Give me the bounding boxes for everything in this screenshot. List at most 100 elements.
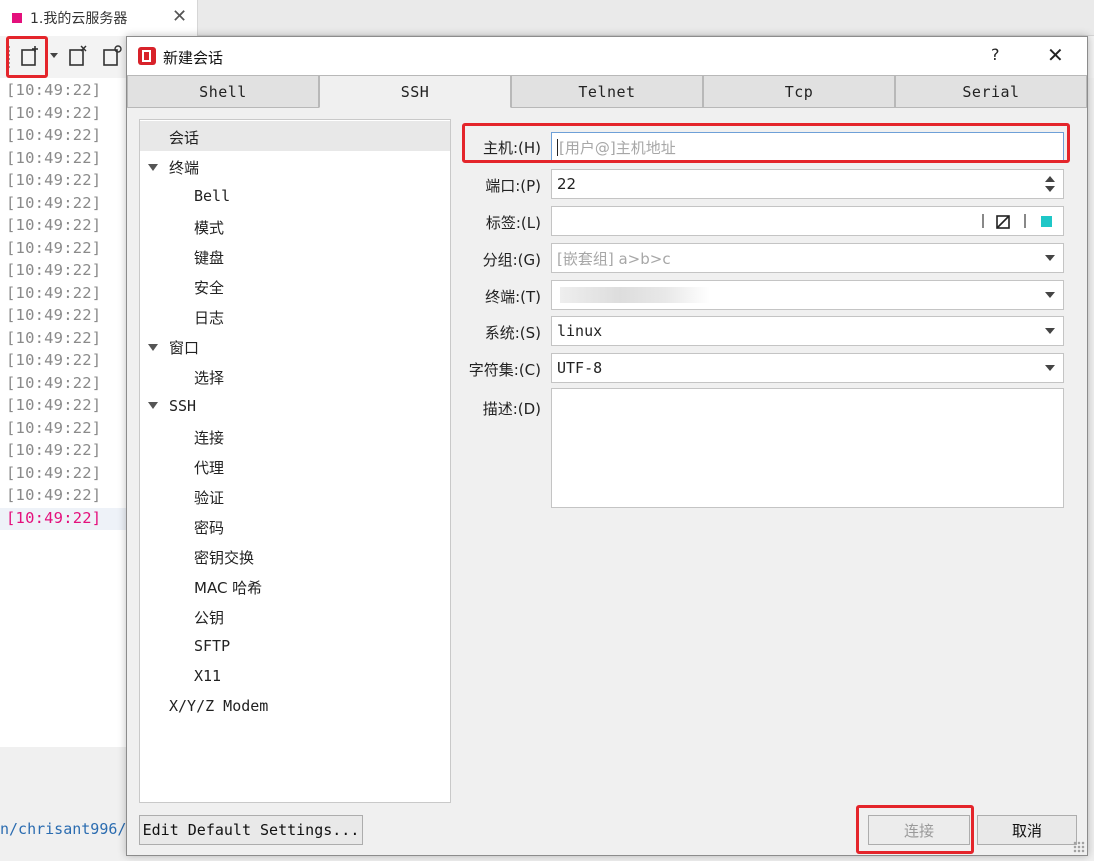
help-button[interactable]: ?: [991, 45, 1000, 64]
tree-item-label: 日志: [194, 309, 225, 327]
tree-item-label: 键盘: [194, 249, 225, 267]
tree-item-label: 密钥交换: [194, 549, 255, 567]
group-select[interactable]: [嵌套组] a>b>c: [551, 243, 1064, 273]
description-textarea[interactable]: [551, 388, 1064, 508]
close-tab-icon[interactable]: ✕: [172, 6, 187, 27]
system-label: 系统:(S): [484, 324, 541, 342]
terminal-select[interactable]: [551, 280, 1064, 310]
terminal-line: [10:49:22]: [6, 238, 102, 257]
tag-color-icon[interactable]: [1041, 216, 1052, 227]
protocol-tabs: Shell SSH Telnet Tcp Serial: [127, 75, 1087, 108]
tag-separator: [982, 214, 984, 228]
tab-ssh[interactable]: SSH: [319, 75, 511, 108]
spin-up-icon[interactable]: [1045, 176, 1055, 182]
tree-item-label: Bell: [194, 187, 231, 205]
tree-item[interactable]: 安全: [194, 277, 224, 298]
no-color-icon[interactable]: [996, 215, 1010, 229]
port-stepper[interactable]: 22: [551, 169, 1064, 199]
system-select[interactable]: linux: [551, 316, 1064, 346]
spin-down-icon[interactable]: [1045, 186, 1055, 192]
tab-tcp[interactable]: Tcp: [703, 75, 895, 108]
tree-item-label: 会话: [169, 129, 200, 147]
tree-item-label: 密码: [194, 519, 225, 537]
settings-tree: 会话终端 Bell 模式键盘安全日志窗口选择 SSH 连接代理验证密码密钥交换 MAC 哈…: [139, 119, 451, 803]
chevron-down-icon: [1045, 255, 1055, 261]
tree-item[interactable]: 密钥交换: [194, 547, 254, 568]
tree-item[interactable]: MAC 哈希: [194, 577, 262, 598]
tree-item-label: 窗口: [169, 339, 200, 357]
terminal-output[interactable]: [10:49:22] [10:49:22] [10:49:22] [10:49:22]…: [0, 78, 128, 747]
new-session-dialog: 新建会话 ? ✕ Shell SSH Telnet Tcp Serial 会话终…: [126, 36, 1088, 856]
terminal-line: [10:49:22]: [6, 261, 102, 279]
tab-ssh-label: SSH: [400, 82, 430, 101]
terminal-line: [10:49:22]: [6, 283, 102, 302]
port-label: 端口:(P): [485, 177, 541, 195]
tree-item[interactable]: Bell: [194, 187, 230, 205]
tree-item[interactable]: 会话: [148, 127, 199, 148]
terminal-line: [10:49:22]: [6, 171, 102, 189]
tree-item[interactable]: 键盘: [194, 247, 224, 268]
expand-arrow-icon[interactable]: [148, 402, 158, 409]
close-session-button[interactable]: [64, 42, 92, 70]
tab-telnet[interactable]: Telnet: [511, 75, 703, 108]
charset-select[interactable]: UTF-8: [551, 353, 1064, 383]
terminal-line: [10:49:22]: [6, 418, 102, 437]
edit-default-settings-button[interactable]: Edit Default Settings...: [139, 815, 363, 845]
tree-item[interactable]: 模式: [194, 217, 224, 238]
terminal-line: [10:49:22]: [6, 193, 102, 212]
app-logo-icon: [138, 47, 156, 65]
tree-item-label: 终端: [169, 159, 200, 177]
expand-arrow-icon[interactable]: [148, 164, 158, 171]
session-options-button[interactable]: [98, 42, 126, 70]
charset-label: 字符集:(C): [468, 361, 541, 379]
tab-shell[interactable]: Shell: [127, 75, 319, 108]
tree-item[interactable]: 窗口: [148, 337, 199, 358]
tree-item[interactable]: 终端: [148, 157, 199, 178]
dialog-close-button[interactable]: ✕: [1047, 43, 1064, 67]
port-value: 22: [557, 175, 577, 193]
tree-item[interactable]: 公钥: [194, 607, 224, 628]
tree-item[interactable]: SSH: [148, 397, 196, 415]
tree-item[interactable]: 代理: [194, 457, 224, 478]
terminal-line: [10:49:22]: [6, 216, 102, 234]
tree-item-label: 连接: [194, 429, 225, 447]
connect-button-highlight: [856, 805, 974, 854]
tree-item-label: 选择: [194, 369, 225, 387]
tag-input[interactable]: [551, 206, 1064, 236]
tree-item-label: 验证: [194, 489, 225, 507]
expand-arrow-icon[interactable]: [148, 344, 158, 351]
tree-item[interactable]: 验证: [194, 487, 224, 508]
tree-item-label: 代理: [194, 459, 225, 477]
tree-item-label: 公钥: [194, 609, 225, 627]
tree-item[interactable]: 日志: [194, 307, 224, 328]
terminal-line: [10:49:22]: [6, 306, 102, 324]
tree-item-label: SFTP: [194, 637, 231, 655]
new-session-dropdown-icon[interactable]: [50, 53, 58, 58]
tree-item[interactable]: 选择: [194, 367, 224, 388]
tab-tcp-label: Tcp: [784, 82, 814, 101]
resize-grip[interactable]: [1073, 841, 1085, 853]
terminal-line: [10:49:22]: [6, 351, 102, 369]
tag-label: 标签:(L): [485, 214, 541, 232]
tree-item-label: X11: [194, 667, 222, 685]
charset-value: UTF-8: [557, 359, 603, 377]
chevron-down-icon: [1045, 328, 1055, 334]
tree-item[interactable]: X/Y/Z Modem: [148, 697, 268, 715]
tree-item-label: X/Y/Z Modem: [169, 697, 269, 715]
terminal-line: [10:49:22]: [6, 486, 102, 504]
tree-item[interactable]: SFTP: [194, 637, 230, 655]
tree-item[interactable]: X11: [194, 667, 221, 685]
new-session-highlight: [6, 36, 48, 78]
tree-item[interactable]: 连接: [194, 427, 224, 448]
tree-item-label: 安全: [194, 279, 225, 297]
close-session-icon: [69, 45, 87, 66]
tree-item-label: MAC 哈希: [194, 579, 263, 597]
cancel-button[interactable]: 取消: [977, 815, 1077, 845]
description-label: 描述:(D): [482, 400, 541, 418]
tree-item[interactable]: 密码: [194, 517, 224, 538]
terminal-line: [10:49:22]: [6, 373, 102, 392]
session-tab[interactable]: 1.我的云服务器 ✕: [0, 0, 198, 36]
tab-serial[interactable]: Serial: [895, 75, 1087, 108]
app-bottom-area: [0, 747, 128, 861]
chevron-down-icon: [1045, 365, 1055, 371]
